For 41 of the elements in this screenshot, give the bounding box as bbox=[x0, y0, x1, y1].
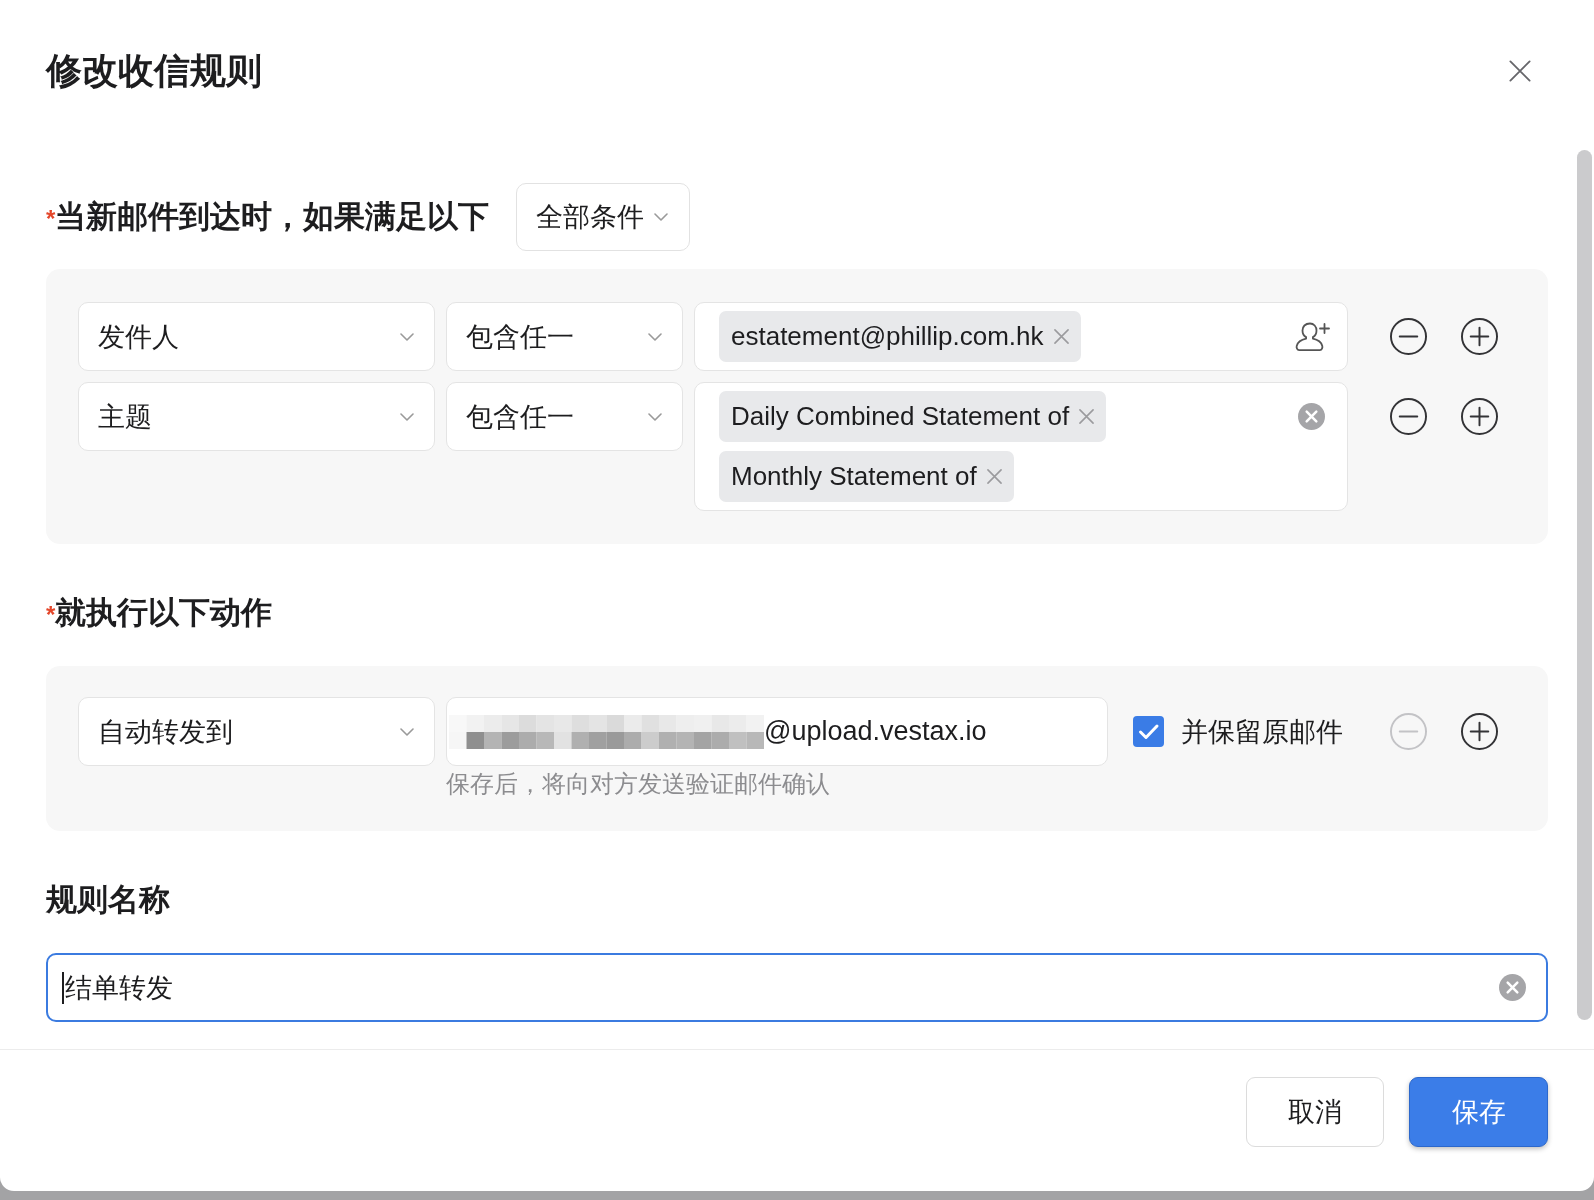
section-label: 就执行以下动作 bbox=[55, 594, 273, 632]
checkbox-label[interactable]: 并保留原邮件 bbox=[1181, 713, 1343, 750]
match-mode-select[interactable]: 全部条件 bbox=[516, 183, 691, 251]
rule-name-field[interactable]: 结单转发 bbox=[46, 953, 1548, 1022]
required-mark: * bbox=[46, 207, 56, 231]
chevron-down-icon bbox=[654, 213, 669, 221]
plus-circle-icon[interactable] bbox=[1461, 398, 1498, 435]
hint-text: 保存后，将向对方发送验证邮件确认 bbox=[446, 769, 830, 799]
text-cursor bbox=[62, 971, 64, 1004]
field-select[interactable]: 主题 bbox=[78, 382, 435, 451]
clear-icon[interactable] bbox=[1499, 974, 1526, 1001]
forward-address-field[interactable]: @upload.vestax.io bbox=[446, 697, 1108, 766]
dialog-title: 修改收信规则 bbox=[46, 49, 262, 93]
required-mark: * bbox=[46, 603, 56, 627]
close-icon[interactable] bbox=[1509, 60, 1531, 82]
scrollbar-thumb[interactable] bbox=[1577, 150, 1592, 1020]
section-label: 当新邮件到达时，如果满足以下 bbox=[55, 198, 490, 236]
cancel-button[interactable]: 取消 bbox=[1246, 1077, 1384, 1147]
minus-circle-icon[interactable] bbox=[1390, 318, 1427, 355]
operator-select[interactable]: 包含任一 bbox=[446, 382, 683, 451]
chevron-down-icon bbox=[648, 332, 662, 341]
chevron-down-icon bbox=[648, 412, 662, 421]
plus-circle-icon[interactable] bbox=[1461, 318, 1498, 355]
action-select[interactable]: 自动转发到 bbox=[78, 697, 435, 766]
value-tag-field[interactable]: estatement@phillip.com.hk bbox=[694, 302, 1348, 371]
person-plus-icon[interactable] bbox=[1295, 321, 1331, 351]
tag-label: Monthly Statement of bbox=[731, 461, 977, 492]
plus-circle-icon[interactable] bbox=[1461, 713, 1498, 750]
operator-select[interactable]: 包含任一 bbox=[446, 302, 683, 371]
checkbox[interactable] bbox=[1133, 716, 1164, 747]
clear-icon[interactable] bbox=[1298, 403, 1325, 430]
minus-circle-icon[interactable] bbox=[1390, 398, 1427, 435]
chevron-down-icon bbox=[400, 412, 414, 421]
tag-label: Daily Combined Statement of bbox=[731, 401, 1070, 432]
save-button[interactable]: 保存 bbox=[1409, 1077, 1548, 1147]
value-tag-field[interactable]: Daily Combined Statement of Monthly Statement of bbox=[694, 382, 1348, 511]
chevron-down-icon bbox=[400, 727, 414, 736]
field-label: 规则名称 bbox=[46, 881, 170, 919]
field-select[interactable]: 发件人 bbox=[78, 302, 435, 371]
chevron-down-icon bbox=[400, 332, 414, 341]
tag-label: estatement@phillip.com.hk bbox=[731, 321, 1044, 352]
